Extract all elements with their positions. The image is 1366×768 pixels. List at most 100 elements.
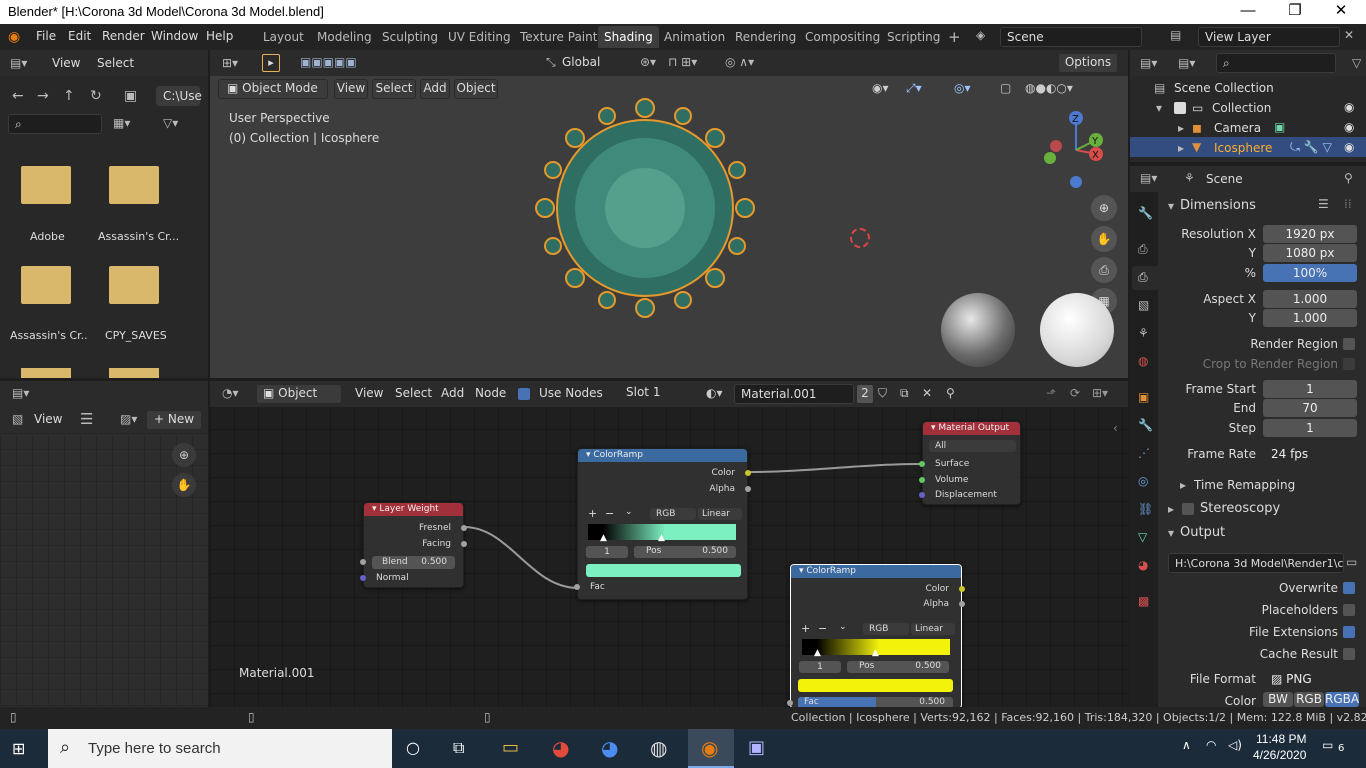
cortana-icon[interactable]: ○ — [406, 738, 420, 757]
tray-chevron-icon[interactable]: ∧ — [1182, 738, 1191, 752]
time-remapping-panel[interactable]: Time Remapping — [1194, 478, 1295, 492]
folder-icon[interactable] — [21, 166, 71, 204]
outliner-camera[interactable]: Camera — [1214, 121, 1261, 135]
stop-pos-field[interactable]: Pos 0.500 — [634, 546, 736, 558]
color-rgba-button[interactable]: RGBA — [1325, 692, 1359, 707]
xray-icon[interactable]: ▢ — [1000, 81, 1011, 95]
output-tab-icon[interactable]: ⎙ — [1138, 270, 1148, 285]
res-pct-field[interactable]: 100% — [1263, 264, 1357, 282]
chrome-icon[interactable]: ◕ — [552, 736, 569, 760]
editor-type-icon[interactable]: ▤▾ — [1140, 171, 1157, 185]
blender-taskbar-item[interactable]: ◉ — [688, 729, 734, 768]
render-tab-icon[interactable]: ⎙ — [1138, 242, 1148, 257]
editor-type-icon[interactable]: ⊞▾ — [222, 56, 238, 70]
wifi-icon[interactable]: ◠ — [1206, 738, 1216, 752]
tab-sculpting[interactable]: Sculpting — [376, 26, 444, 48]
remove-stop-button[interactable]: − — [605, 507, 614, 520]
filter-icon[interactable]: ▽ — [1352, 56, 1361, 70]
navigation-gizmo[interactable]: Z X Y — [1040, 110, 1110, 190]
folder-icon[interactable]: ▭ — [1346, 555, 1357, 569]
file-menu-view[interactable]: View — [52, 56, 80, 70]
windows-start-icon[interactable]: ⊞ — [12, 739, 32, 759]
menu-render[interactable]: Render — [102, 29, 145, 43]
zoom-icon[interactable]: ⊕ — [1091, 195, 1117, 221]
close-window-button[interactable]: ✕ — [1318, 0, 1364, 24]
file-menu-select[interactable]: Select — [97, 56, 134, 70]
task-view-icon[interactable]: ⧉ — [453, 738, 464, 758]
remove-stop-button[interactable]: − — [818, 622, 827, 635]
node-layer-weight[interactable]: ▾ Layer Weight Fresnel Facing Blend 0.50… — [360, 502, 467, 588]
expand-arrow-icon[interactable]: ▾ — [1156, 101, 1162, 115]
sidebar-toggle-icon[interactable]: ‹ — [1113, 421, 1118, 435]
viewport-menu-view[interactable]: View — [334, 79, 368, 99]
image-menu-view[interactable]: View — [34, 412, 62, 426]
placeholders-checkbox[interactable] — [1343, 604, 1355, 616]
crop-region-checkbox[interactable] — [1343, 358, 1355, 370]
socket-alpha[interactable] — [745, 486, 751, 492]
socket-fresnel[interactable] — [461, 525, 467, 531]
snap-icon[interactable]: ⊓ ⊞▾ — [668, 55, 697, 69]
data-tab-icon[interactable]: ▽ — [1138, 530, 1147, 544]
hamburger-icon[interactable]: ☰ — [80, 410, 93, 428]
expand-arrow-icon[interactable]: ▸ — [1178, 121, 1184, 135]
premiere-icon[interactable]: ▣ — [748, 737, 765, 758]
tab-scripting[interactable]: Scripting — [881, 26, 946, 48]
stop-handle-icon[interactable]: ▲ — [600, 533, 607, 543]
socket-color[interactable] — [959, 586, 965, 592]
stop-pos-field[interactable]: Pos 0.500 — [847, 661, 949, 673]
modifier-tab-icon[interactable]: 🔧 — [1138, 418, 1153, 432]
color-mode-select[interactable]: RGB — [650, 508, 696, 520]
output-path-field[interactable]: H:\Corona 3d Model\Render1\c... — [1168, 553, 1344, 573]
taskbar-search-box[interactable]: ⌕ Type here to search — [48, 729, 392, 768]
tab-texture-paint[interactable]: Texture Paint — [514, 26, 603, 48]
visibility-icon[interactable]: ◉▾ — [872, 81, 889, 95]
texture-tab-icon[interactable]: ▩ — [1138, 594, 1149, 608]
hand-pan-icon[interactable]: ✋ — [1091, 226, 1117, 252]
dimensions-panel-title[interactable]: Dimensions — [1180, 198, 1256, 213]
blend-slider[interactable]: Blend 0.500 — [372, 556, 455, 569]
orientation-icon[interactable]: ⤡ — [546, 55, 556, 70]
minimize-button[interactable]: — — [1225, 0, 1271, 24]
res-x-field[interactable]: 1920 px — [1263, 225, 1357, 243]
file-item-adobe[interactable]: Adobe — [30, 230, 65, 243]
stereoscopy-panel[interactable]: Stereoscopy — [1200, 501, 1280, 516]
expand-arrow-icon[interactable]: ▸ — [1180, 478, 1186, 492]
clock-date[interactable]: 4/26/2020 — [1253, 748, 1306, 762]
interpolation-select[interactable]: Linear — [698, 508, 742, 520]
frame-start-field[interactable]: 1 — [1263, 380, 1357, 398]
stop-handle-icon[interactable]: ▲ — [872, 648, 879, 658]
socket-blend[interactable] — [360, 559, 366, 565]
display-mode-icon[interactable]: ▤▾ — [1178, 56, 1195, 70]
new-image-button[interactable]: + New — [146, 410, 202, 430]
stereoscopy-checkbox[interactable] — [1182, 503, 1194, 515]
zoom-icon[interactable]: ⊕ — [172, 443, 196, 467]
outliner-scene-collection[interactable]: Scene Collection — [1174, 81, 1274, 95]
options-dropdown[interactable]: Options — [1058, 53, 1118, 73]
socket-fac[interactable] — [574, 584, 580, 590]
collection-checkbox[interactable] — [1174, 102, 1186, 114]
view-layer-icon[interactable]: ▤ — [1170, 28, 1190, 42]
particles-tab-icon[interactable]: ⋰ — [1138, 446, 1150, 460]
overlay-toggle-icon[interactable]: ◎▾ — [954, 81, 971, 95]
remove-view-layer-icon[interactable]: ✕ — [1344, 28, 1354, 42]
viewport-menu-object[interactable]: Object — [454, 79, 498, 99]
menu-edit[interactable]: Edit — [68, 29, 91, 43]
stop-handle-icon[interactable]: ▲ — [814, 648, 821, 658]
file-extensions-checkbox[interactable] — [1343, 626, 1355, 638]
pin-icon[interactable]: ⚲ — [1344, 171, 1353, 185]
cache-result-checkbox[interactable] — [1343, 648, 1355, 660]
folder-icon[interactable] — [21, 266, 71, 304]
add-workspace-icon[interactable]: + — [942, 26, 967, 48]
path-field[interactable]: C:\Use — [156, 86, 202, 106]
pivot-icon[interactable]: ⊛▾ — [640, 55, 656, 69]
modifier-icons[interactable]: ⤿ 🔧 ▽ — [1290, 140, 1332, 155]
tab-uv-editing[interactable]: UV Editing — [442, 26, 517, 48]
tab-animation[interactable]: Animation — [658, 26, 731, 48]
color-bw-button[interactable]: BW — [1263, 692, 1293, 707]
outliner-collection[interactable]: Collection — [1212, 101, 1271, 115]
restore-button[interactable]: ❐ — [1272, 0, 1318, 24]
stop-color-swatch[interactable] — [586, 564, 741, 577]
overwrite-checkbox[interactable] — [1343, 582, 1355, 594]
select-tool-icon[interactable]: ▸ — [262, 54, 280, 72]
icosphere-object[interactable] — [530, 93, 760, 323]
